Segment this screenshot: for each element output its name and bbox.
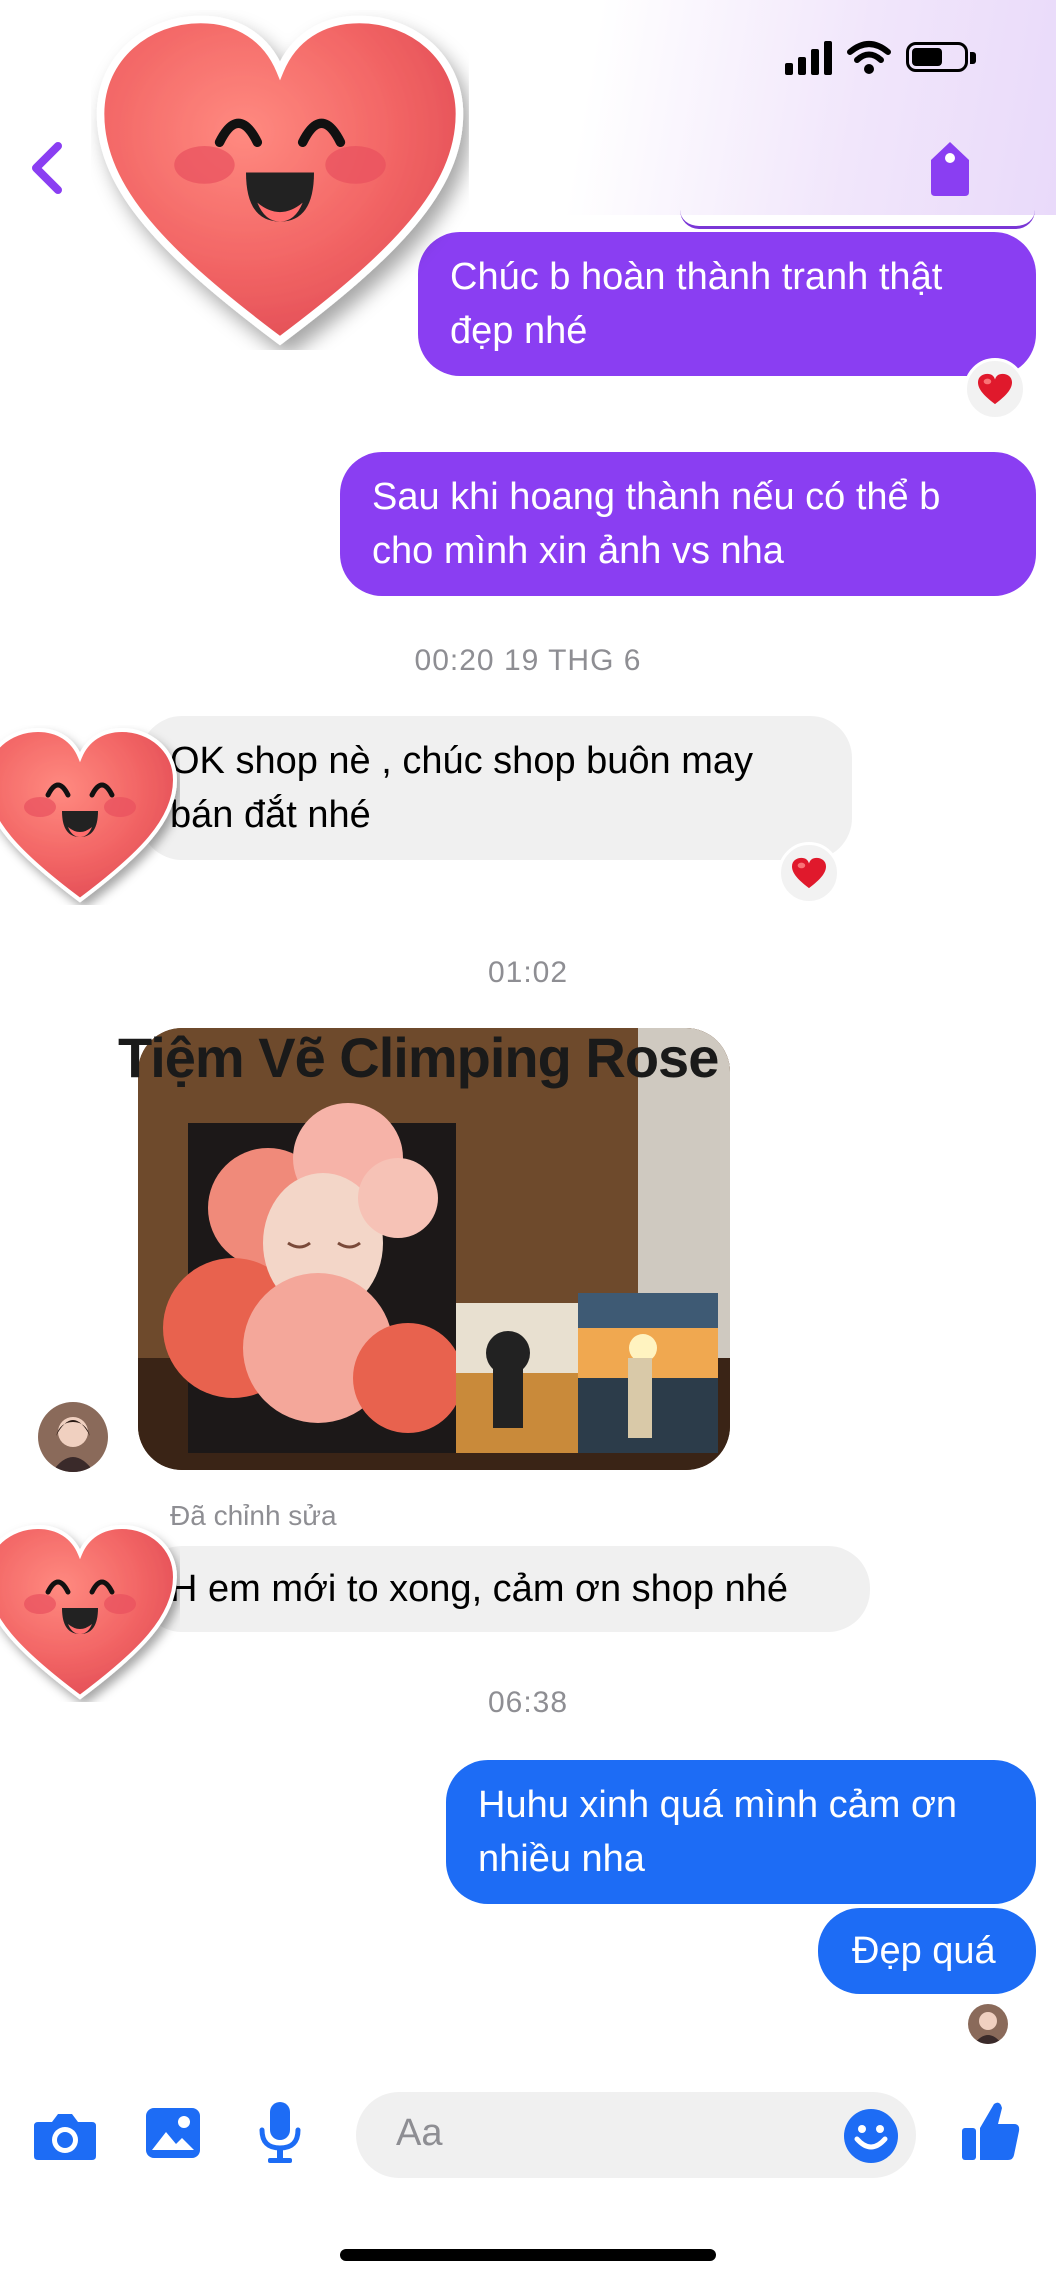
contact-avatar[interactable]: [38, 1402, 108, 1472]
photo-gallery-icon[interactable]: [144, 2104, 202, 2162]
message-text: Huhu xinh quá mình cảm ơn nhiều nha: [478, 1784, 958, 1880]
seen-avatar: [968, 2004, 1008, 2044]
shared-photo[interactable]: [138, 1028, 730, 1470]
incoming-message-bubble[interactable]: OK shop nè , chúc shop buôn may bán đắt …: [140, 716, 852, 860]
message-text: OK shop nè , chúc shop buôn may bán đắt …: [170, 740, 754, 836]
incoming-message-bubble[interactable]: H em mới to xong, cảm ơn shop nhé: [140, 1546, 870, 1632]
timestamp: 00:20 19 THG 6: [414, 644, 642, 677]
message-text: Chúc b hoàn thành tranh thật đẹp nhé: [450, 256, 943, 352]
heart-sticker-icon: [0, 725, 180, 905]
heart-sticker-icon: [55, 10, 505, 350]
emoji-icon[interactable]: [842, 2107, 900, 2165]
edited-label: Đã chỉnh sửa: [170, 1500, 337, 1531]
battery-icon: [906, 42, 976, 74]
avatar-image: [968, 2004, 1008, 2044]
photo-watermark-text: Tiệm Vẽ Climping Rose: [118, 1026, 719, 1089]
cellular-signal-icon: [785, 41, 832, 75]
heart-reaction-icon: [790, 856, 828, 890]
message-text: Sau khi hoang thành nếu có thể b cho mìn…: [372, 476, 941, 572]
status-bar-indicators: [785, 40, 976, 76]
heart-sticker-icon: [0, 1522, 180, 1702]
outgoing-message-bubble[interactable]: Đẹp quá: [818, 1908, 1036, 1994]
painting-photo-image: [138, 1028, 730, 1470]
outgoing-message-bubble[interactable]: Chúc b hoàn thành tranh thật đẹp nhé: [418, 232, 1036, 376]
timestamp: 01:02: [487, 956, 569, 989]
microphone-icon[interactable]: [256, 2100, 304, 2166]
heart-reaction-icon: [976, 372, 1014, 406]
message-input-placeholder: Aa: [396, 2112, 443, 2154]
message-text: H em mới to xong, cảm ơn shop nhé: [170, 1568, 789, 1610]
tag-icon[interactable]: [925, 138, 975, 198]
avatar-image: [38, 1402, 108, 1472]
wifi-icon: [847, 41, 891, 74]
reaction-heart[interactable]: [778, 842, 840, 904]
message-text: Đẹp quá: [852, 1930, 996, 1972]
reaction-heart[interactable]: [964, 358, 1026, 420]
camera-icon[interactable]: [32, 2108, 98, 2164]
home-indicator: [340, 2249, 716, 2261]
outgoing-message-bubble[interactable]: Huhu xinh quá mình cảm ơn nhiều nha: [446, 1760, 1036, 1904]
previous-message-edge: [680, 210, 1035, 229]
outgoing-message-bubble[interactable]: Sau khi hoang thành nếu có thể b cho mìn…: [340, 452, 1036, 596]
thumbs-up-icon[interactable]: [960, 2098, 1022, 2164]
